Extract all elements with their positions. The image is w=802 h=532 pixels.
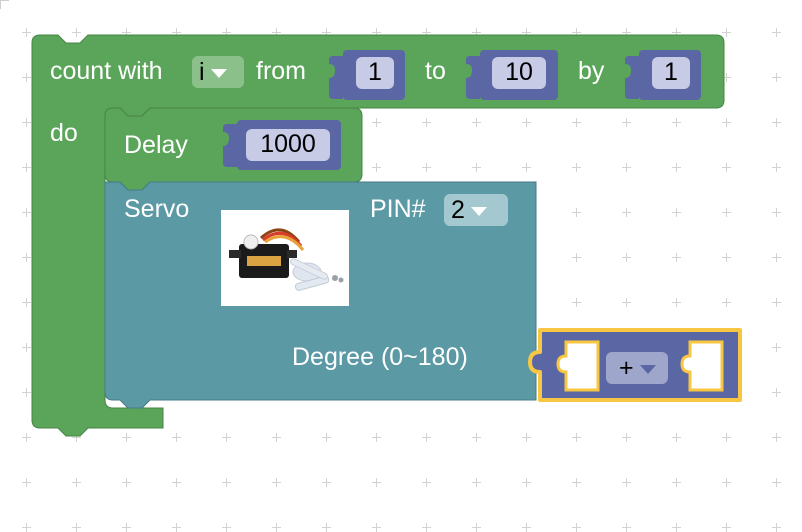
degree-label: Degree (0~180) [292, 343, 468, 371]
delay-label: Delay [124, 131, 188, 159]
by-value-field[interactable]: 1 [652, 57, 690, 89]
servo-motor-photo [221, 210, 349, 306]
to-value-field[interactable]: 10 [492, 57, 546, 89]
operator-dropdown[interactable]: + [606, 352, 668, 384]
chevron-down-icon [210, 68, 227, 78]
servo-label: Servo [124, 195, 190, 223]
operator-value: + [619, 354, 634, 382]
pin-dropdown[interactable]: 2 [444, 194, 508, 226]
from-value-field[interactable]: 1 [356, 57, 394, 89]
variable-dropdown[interactable]: i [192, 56, 244, 88]
to-label: to [425, 57, 446, 85]
pin-label: PIN# [370, 195, 426, 223]
pin-value: 2 [451, 196, 465, 224]
delay-value-field[interactable]: 1000 [246, 129, 330, 161]
chevron-down-icon [639, 364, 656, 374]
do-label: do [50, 119, 78, 147]
variable-value: i [199, 58, 205, 86]
from-label: from [256, 57, 306, 85]
chevron-down-icon [470, 206, 487, 216]
by-label: by [578, 57, 605, 85]
count-with-label: count with [50, 57, 163, 85]
blockly-workspace[interactable]: count with i from 1 to 10 by 1 do Delay … [0, 0, 802, 532]
